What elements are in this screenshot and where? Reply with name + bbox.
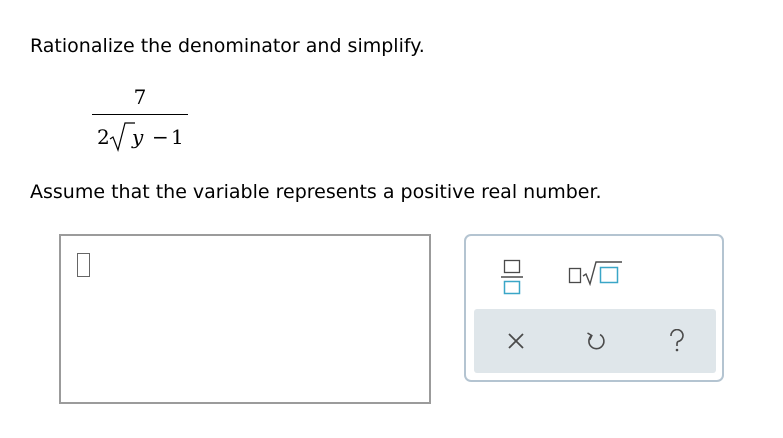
square-root-button[interactable] [568,260,622,287]
answer-input[interactable] [59,234,431,404]
denominator-radicand: y [132,125,144,149]
expression-numerator: 7 [133,85,147,109]
fraction-bar [92,114,188,115]
clear-button[interactable] [496,309,536,373]
denominator-operator: − [152,125,169,149]
denominator-constant: 1 [171,125,184,149]
math-expression: 7 2 y − 1 [92,84,188,160]
action-bar [474,309,716,373]
fraction-button[interactable] [501,256,523,296]
undo-icon [587,332,605,350]
assumption-text: Assume that the variable represents a po… [30,181,602,203]
undo-button[interactable] [576,309,616,373]
input-placeholder-box [77,253,90,277]
denominator-coefficient: 2 [97,125,110,149]
question-mark-icon [670,329,684,352]
close-icon [508,333,524,349]
instruction-text: Rationalize the denominator and simplify… [30,35,425,57]
help-button[interactable] [657,309,697,373]
math-palette [464,234,724,382]
square-root-icon [568,261,622,287]
expression-denominator: 2 y − 1 [92,118,188,154]
fraction-icon [501,259,523,295]
